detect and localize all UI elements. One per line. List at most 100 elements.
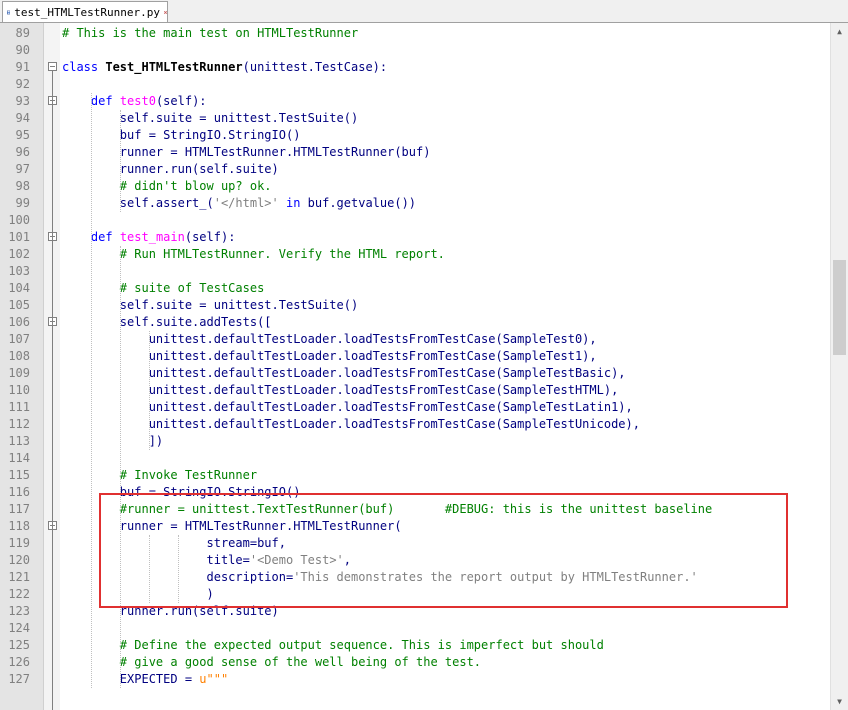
code-text: self.suite = unittest.TestSuite() <box>62 298 359 312</box>
code-line[interactable]: 109 unittest.defaultTestLoader.loadTests… <box>0 365 830 382</box>
code-line[interactable]: 125 # Define the expected output sequenc… <box>0 637 830 654</box>
line-number: 117 <box>8 502 30 516</box>
code-line[interactable]: 91 class Test_HTMLTestRunner(unittest.Tes… <box>0 59 830 76</box>
code-line[interactable]: 120 title='<Demo Test>', <box>0 552 830 569</box>
code-line[interactable]: 102 # Run HTMLTestRunner. Verify the HTM… <box>0 246 830 263</box>
code-line[interactable]: 104 # suite of TestCases <box>0 280 830 297</box>
code-editor[interactable]: 89 # This is the main test on HTMLTestRun… <box>0 23 848 710</box>
code-line[interactable]: 126 # give a good sense of the well bein… <box>0 654 830 671</box>
line-number: 122 <box>8 587 30 601</box>
line-number: 90 <box>15 43 30 57</box>
code-text: description='This demonstrates the repor… <box>62 570 698 584</box>
indent-guide <box>148 331 150 450</box>
code-line[interactable]: 122 ) <box>0 586 830 603</box>
code-line[interactable]: 106 self.suite.addTests([ <box>0 314 830 331</box>
code-line[interactable]: 97 runner.run(self.suite) <box>0 161 830 178</box>
code-text: self.suite = unittest.TestSuite() <box>62 111 359 125</box>
code-line[interactable]: 103 <box>0 263 830 280</box>
line-number: 114 <box>8 451 30 465</box>
code-line[interactable]: 124 <box>0 620 830 637</box>
code-text: stream=buf, <box>62 536 286 550</box>
code-line[interactable]: 105 self.suite = unittest.TestSuite() <box>0 297 830 314</box>
line-number: 106 <box>8 315 30 329</box>
code-area[interactable]: 89 # This is the main test on HTMLTestRun… <box>0 23 830 710</box>
code-line[interactable]: 113 ]) <box>0 433 830 450</box>
line-number: 118 <box>8 519 30 533</box>
scroll-up-icon[interactable]: ▲ <box>831 23 848 40</box>
code-text: ) <box>62 587 214 601</box>
code-line[interactable]: 116 buf = StringIO.StringIO() <box>0 484 830 501</box>
line-number: 115 <box>8 468 30 482</box>
code-text: runner = HTMLTestRunner.HTMLTestRunner(b… <box>62 145 431 159</box>
line-number: 113 <box>8 434 30 448</box>
code-line[interactable]: 110 unittest.defaultTestLoader.loadTests… <box>0 382 830 399</box>
code-line[interactable]: 95 buf = StringIO.StringIO() <box>0 127 830 144</box>
code-line[interactable]: 123 runner.run(self.suite) <box>0 603 830 620</box>
code-text: buf = StringIO.StringIO() <box>62 128 301 142</box>
code-line[interactable]: 92 <box>0 76 830 93</box>
code-line[interactable]: 93 def test0(self): <box>0 93 830 110</box>
code-text: runner = HTMLTestRunner.HTMLTestRunner( <box>62 519 402 533</box>
save-file-icon <box>7 10 11 14</box>
code-text: unittest.defaultTestLoader.loadTestsFrom… <box>62 366 626 380</box>
line-number: 108 <box>8 349 30 363</box>
line-number: 95 <box>15 128 30 142</box>
code-line[interactable]: 96 runner = HTMLTestRunner.HTMLTestRunne… <box>0 144 830 161</box>
line-number: 116 <box>8 485 30 499</box>
indent-guide <box>119 110 121 212</box>
code-line[interactable]: 111 unittest.defaultTestLoader.loadTests… <box>0 399 830 416</box>
line-number: 101 <box>8 230 30 244</box>
line-number: 110 <box>8 383 30 397</box>
vertical-scrollbar[interactable]: ▲ ▼ <box>830 23 848 710</box>
code-text: # Define the expected output sequence. T… <box>119 638 604 652</box>
code-text: runner.run(self.suite) <box>62 162 279 176</box>
fold-tree-line <box>52 71 53 710</box>
code-line[interactable]: 121 description='This demonstrates the r… <box>0 569 830 586</box>
line-number: 105 <box>8 298 30 312</box>
line-number: 99 <box>15 196 30 210</box>
line-number: 97 <box>15 162 30 176</box>
code-line[interactable]: 107 unittest.defaultTestLoader.loadTests… <box>0 331 830 348</box>
code-line[interactable]: 101 def test_main(self): <box>0 229 830 246</box>
line-number: 100 <box>8 213 30 227</box>
tab-bar: test_HTMLTestRunner.py <box>0 0 848 23</box>
code-line[interactable]: 90 <box>0 42 830 59</box>
line-number: 124 <box>8 621 30 635</box>
code-text: self.suite.addTests([ <box>62 315 272 329</box>
code-line[interactable]: 114 <box>0 450 830 467</box>
code-line[interactable]: 99 self.assert_('</html>' in buf.getvalu… <box>0 195 830 212</box>
code-line[interactable]: 108 unittest.defaultTestLoader.loadTests… <box>0 348 830 365</box>
code-text: #runner = unittest.TextTestRunner(buf) #… <box>119 502 713 516</box>
line-number: 120 <box>8 553 30 567</box>
indent-guide <box>119 246 121 688</box>
code-line[interactable]: 117 #runner = unittest.TextTestRunner(bu… <box>0 501 830 518</box>
line-number: 93 <box>15 94 30 108</box>
tab-test-htmltestrunner[interactable]: test_HTMLTestRunner.py <box>2 1 168 22</box>
line-number: 96 <box>15 145 30 159</box>
code-text: # suite of TestCases <box>119 281 265 295</box>
close-icon[interactable] <box>163 7 167 18</box>
line-number: 91 <box>15 60 30 74</box>
indent-guide <box>90 93 92 688</box>
line-number: 123 <box>8 604 30 618</box>
scroll-down-icon[interactable]: ▼ <box>831 693 848 710</box>
scrollbar-thumb[interactable] <box>833 260 846 355</box>
code-text: # This is the main test on HTMLTestRunne… <box>62 26 359 40</box>
code-text: class Test_HTMLTestRunner(unittest.TestC… <box>62 60 388 74</box>
line-number: 94 <box>15 111 30 125</box>
code-line[interactable]: 112 unittest.defaultTestLoader.loadTests… <box>0 416 830 433</box>
code-text: unittest.defaultTestLoader.loadTestsFrom… <box>62 332 597 346</box>
code-line[interactable]: 127 EXPECTED = u""" <box>0 671 830 688</box>
code-line[interactable]: 118 runner = HTMLTestRunner.HTMLTestRunn… <box>0 518 830 535</box>
code-line[interactable]: 100 <box>0 212 830 229</box>
code-line[interactable]: 94 self.suite = unittest.TestSuite() <box>0 110 830 127</box>
code-line[interactable]: 98 # didn't blow up? ok. <box>0 178 830 195</box>
code-line[interactable]: 89 # This is the main test on HTMLTestRun… <box>0 25 830 42</box>
fold-toggle-icon[interactable] <box>48 62 57 71</box>
line-number: 109 <box>8 366 30 380</box>
code-line[interactable]: 115 # Invoke TestRunner <box>0 467 830 484</box>
line-number: 121 <box>8 570 30 584</box>
line-number: 98 <box>15 179 30 193</box>
code-line[interactable]: 119 stream=buf, <box>0 535 830 552</box>
line-number: 125 <box>8 638 30 652</box>
